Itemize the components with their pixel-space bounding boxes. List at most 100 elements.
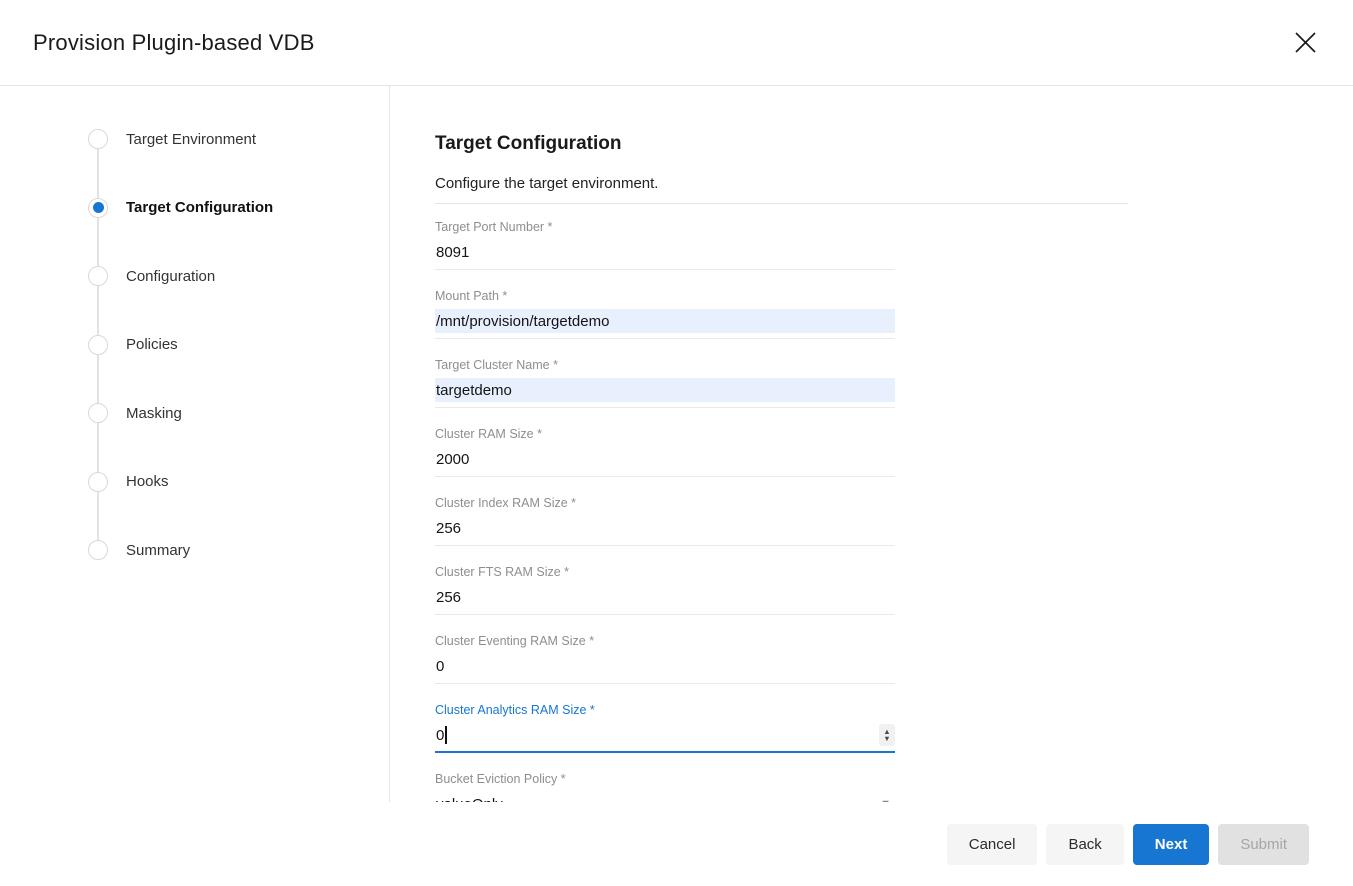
step-indicator xyxy=(88,403,108,423)
form-fields: Target Port Number * 8091 Mount Path * /mnt… xyxy=(435,220,895,802)
field-underline xyxy=(435,476,895,477)
field-value-wrap: /mnt/provision/targetdemo xyxy=(435,313,609,330)
field-value: 8091 xyxy=(435,244,469,261)
field-underline xyxy=(435,751,895,753)
dialog-footer: CancelBackNextSubmit xyxy=(0,802,1353,886)
step-indicator xyxy=(88,540,108,560)
target-port-number-input[interactable]: 8091 xyxy=(435,240,895,264)
cluster-ram-size-input[interactable]: 2000 xyxy=(435,447,895,471)
cluster-fts-ram-size-input[interactable]: 256 xyxy=(435,585,895,609)
field-label: Mount Path * xyxy=(435,289,895,304)
step-indicator xyxy=(88,266,108,286)
step-active-dot xyxy=(93,476,104,487)
field-cluster-analytics-ram-size: Cluster Analytics RAM Size * 0 ▲▼ xyxy=(435,703,895,753)
dialog-body: Target Environment Target Configuration Co… xyxy=(0,86,1353,802)
stepper-step-hooks[interactable]: Hooks xyxy=(0,448,389,517)
cluster-eventing-ram-size-input[interactable]: 0 xyxy=(435,654,895,678)
field-underline xyxy=(435,614,895,615)
field-value-wrap: 2000 xyxy=(435,451,469,468)
field-underline xyxy=(435,407,895,408)
submit-button: Submit xyxy=(1218,824,1309,865)
stepper-step-configuration[interactable]: Configuration xyxy=(0,242,389,311)
stepper-step-policies[interactable]: Policies xyxy=(0,311,389,380)
step-label: Configuration xyxy=(126,268,215,285)
close-button[interactable] xyxy=(1290,28,1320,58)
field-underline xyxy=(435,545,895,546)
step-active-dot xyxy=(93,339,104,350)
back-button[interactable]: Back xyxy=(1046,824,1123,865)
field-value-wrap: 256 xyxy=(435,520,461,537)
field-value-wrap: targetdemo xyxy=(435,382,512,399)
stepper-down-icon[interactable]: ▼ xyxy=(883,735,890,742)
provision-vdb-dialog: Provision Plugin-based VDB Target Enviro… xyxy=(0,0,1353,886)
stepper-step-summary[interactable]: Summary xyxy=(0,516,389,585)
field-cluster-index-ram-size: Cluster Index RAM Size * 256 xyxy=(435,496,895,546)
field-cluster-fts-ram-size: Cluster FTS RAM Size * 256 xyxy=(435,565,895,615)
wizard-sidebar: Target Environment Target Configuration Co… xyxy=(0,86,390,802)
step-indicator xyxy=(88,472,108,492)
step-label: Hooks xyxy=(126,473,169,490)
cluster-analytics-ram-size-input[interactable]: 0 ▲▼ xyxy=(435,723,895,747)
field-underline xyxy=(435,683,895,684)
field-target-port-number: Target Port Number * 8091 xyxy=(435,220,895,270)
field-label: Cluster Index RAM Size * xyxy=(435,496,895,511)
field-label: Target Port Number * xyxy=(435,220,895,235)
field-value: 0 xyxy=(435,658,444,675)
dialog-header: Provision Plugin-based VDB xyxy=(0,0,1353,86)
field-cluster-ram-size: Cluster RAM Size * 2000 xyxy=(435,427,895,477)
field-target-cluster-name: Target Cluster Name * targetdemo xyxy=(435,358,895,408)
next-button[interactable]: Next xyxy=(1133,824,1210,865)
step-active-dot xyxy=(93,408,104,419)
field-value: 2000 xyxy=(435,451,469,468)
number-stepper[interactable]: ▲▼ xyxy=(879,724,895,746)
field-label: Cluster FTS RAM Size * xyxy=(435,565,895,580)
step-indicator xyxy=(88,129,108,149)
field-value: 256 xyxy=(435,520,461,537)
field-value: 0 xyxy=(435,727,444,744)
step-label: Summary xyxy=(126,542,190,559)
step-active-dot xyxy=(93,271,104,282)
field-bucket-eviction-policy: Bucket Eviction Policy *valueOnly▼The me… xyxy=(435,772,895,802)
field-value-wrap: 8091 xyxy=(435,244,469,261)
field-label: Cluster RAM Size * xyxy=(435,427,895,442)
dialog-title: Provision Plugin-based VDB xyxy=(33,30,315,56)
field-mount-path: Mount Path * /mnt/provision/targetdemo xyxy=(435,289,895,339)
step-active-dot xyxy=(93,202,104,213)
field-value-wrap: 0 xyxy=(435,726,447,744)
field-underline xyxy=(435,269,895,270)
step-content: Target Configuration Configure the targe… xyxy=(390,86,1353,802)
stepper: Target Environment Target Configuration Co… xyxy=(0,86,389,585)
step-active-dot xyxy=(93,134,104,145)
close-icon xyxy=(1293,30,1318,55)
step-active-dot xyxy=(93,545,104,556)
stepper-step-target-environment[interactable]: Target Environment xyxy=(0,105,389,174)
stepper-step-target-configuration[interactable]: Target Configuration xyxy=(0,174,389,243)
field-label: Cluster Eventing RAM Size * xyxy=(435,634,895,649)
field-value-wrap: 256 xyxy=(435,589,461,606)
cancel-button[interactable]: Cancel xyxy=(947,824,1038,865)
field-underline xyxy=(435,338,895,339)
field-value: 256 xyxy=(435,589,461,606)
page-title: Target Configuration xyxy=(435,133,1128,155)
field-value-wrap: 0 xyxy=(435,658,444,675)
step-label: Policies xyxy=(126,336,178,353)
field-label: Bucket Eviction Policy * xyxy=(435,772,895,787)
field-cluster-eventing-ram-size: Cluster Eventing RAM Size * 0 xyxy=(435,634,895,684)
step-label: Target Environment xyxy=(126,131,256,148)
field-value: /mnt/provision/targetdemo xyxy=(435,313,609,330)
section-divider xyxy=(435,203,1128,204)
step-label: Target Configuration xyxy=(126,199,273,216)
mount-path-input[interactable]: /mnt/provision/targetdemo xyxy=(435,309,895,333)
stepper-step-masking[interactable]: Masking xyxy=(0,379,389,448)
field-label: Cluster Analytics RAM Size * xyxy=(435,703,895,718)
step-indicator xyxy=(88,335,108,355)
field-label: Target Cluster Name * xyxy=(435,358,895,373)
page-subtitle: Configure the target environment. xyxy=(435,175,1128,193)
cluster-index-ram-size-input[interactable]: 256 xyxy=(435,516,895,540)
bucket-eviction-policy-input[interactable]: valueOnly▼ xyxy=(435,792,895,802)
text-cursor xyxy=(445,726,447,744)
field-value: targetdemo xyxy=(435,382,512,399)
target-cluster-name-input[interactable]: targetdemo xyxy=(435,378,895,402)
step-label: Masking xyxy=(126,405,182,422)
step-indicator xyxy=(88,198,108,218)
